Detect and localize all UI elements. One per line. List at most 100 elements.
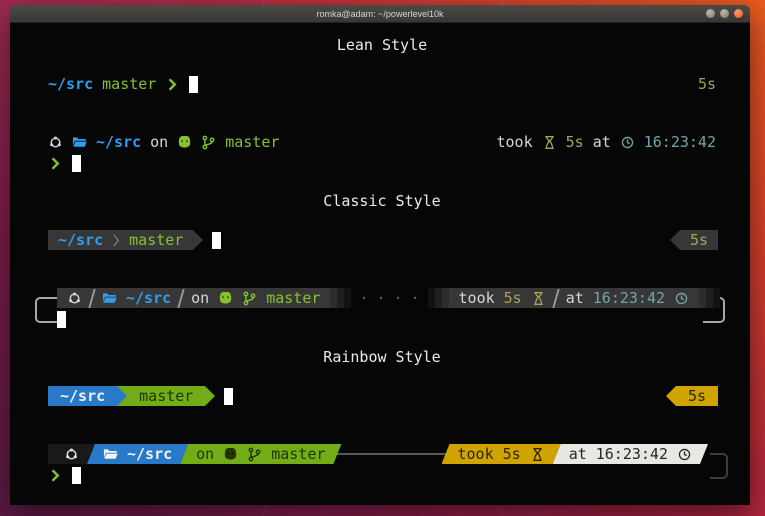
window-controls [706,5,743,22]
segment-fade [428,288,449,308]
at-label: at [569,445,587,463]
titlebar[interactable]: romka@adam: ~/powerlevel10k [10,5,750,23]
thin-separator [88,289,95,308]
rainbow-prompt-1: ~/src master 5s [48,386,718,406]
lean-style-heading: Lean Style [48,35,716,55]
command-duration: 5s [566,133,584,151]
dir-segment: ~/src [87,444,188,464]
segment-separator-icon [110,233,122,248]
folder-icon [72,135,87,150]
cursor [212,232,221,249]
classic-style-heading: Classic Style [48,191,716,211]
rainbow-style-heading: Rainbow Style [48,347,716,367]
duration-segment: took 5s [442,444,561,464]
segment-fade [699,288,720,308]
prompt-frame-right [710,453,728,479]
maximize-button[interactable] [720,9,729,18]
directory: ~/src [58,231,103,249]
cursor [57,311,66,328]
directory: ~/src [96,133,141,151]
os-segment [48,444,95,464]
thin-separator [552,289,559,308]
at-label: at [566,289,584,307]
thin-separator [177,289,184,308]
terminal-content[interactable]: Lean Style ~/src master 5s [10,23,750,505]
time-segment: at 16:23:42 [553,444,708,464]
command-duration: 5s [688,387,706,405]
folder-icon [103,447,118,462]
current-time: 16:23:42 [644,133,716,151]
dir-segment: ~/src [48,386,117,406]
hourglass-icon [542,135,557,150]
os-icon [67,291,82,306]
clock-icon [620,135,635,150]
command-duration: 5s [698,74,716,94]
folder-icon [102,291,117,306]
close-button[interactable] [734,9,743,18]
git-branch: master [102,75,156,93]
classic-prompt-1: ~/src master 5s [48,230,718,250]
current-time: 16:23:42 [596,445,668,463]
powerline-arrow-icon [666,386,676,406]
at-label: at [593,133,611,151]
os-icon [48,135,63,150]
connector-line [334,453,449,455]
git-branch: master [271,445,325,463]
desktop: { "window": { "title": "romka@adam: ~/po… [0,0,765,516]
git-segment: master [127,386,205,406]
prompt-chevron-icon [165,77,180,92]
dir-git-segment: ~/src master [48,230,193,250]
on-label: on [196,445,214,463]
git-branch: master [139,387,193,405]
took-label: took [459,289,495,307]
segment-fade [330,288,351,308]
powerline-arrow-icon [205,386,215,406]
window-title: romka@adam: ~/powerlevel10k [317,9,444,19]
git-segment: on master [180,444,341,464]
took-label: took [458,445,494,463]
current-time: 16:23:42 [593,289,665,307]
cursor [72,467,81,484]
rainbow-prompt-2: ~/src on master took [10,444,750,485]
clock-icon [677,447,692,462]
command-duration: 5s [504,289,522,307]
directory: ~/src [48,75,93,93]
terminal-window: romka@adam: ~/powerlevel10k Lean Style ~… [10,5,750,505]
powerline-arrow-icon [670,230,680,250]
minimize-button[interactable] [706,9,715,18]
hourglass-icon [531,291,546,306]
github-icon [223,447,238,462]
github-icon [177,135,192,150]
prompt-frame-left [35,297,57,323]
duration-segment: 5s [680,230,718,250]
os-icon [64,447,79,462]
branch-icon [247,447,262,462]
classic-prompt-2: ~/src on master ···· [10,288,750,329]
powerline-arrow-icon [117,386,127,406]
took-label: took [497,133,533,151]
cursor [224,388,233,405]
lean-prompt-1: ~/src master 5s [48,74,716,94]
git-branch: master [266,289,320,307]
on-label: on [150,133,168,151]
branch-icon [201,135,216,150]
directory: ~/src [60,387,105,405]
dir-git-segment: ~/src on master [57,288,330,308]
cursor [72,155,81,172]
powerline-arrow-icon [193,230,203,250]
clock-icon [674,291,689,306]
on-label: on [191,289,209,307]
prompt-chevron-icon [48,468,63,483]
command-duration: 5s [503,445,521,463]
cursor [189,76,198,93]
status-segment: took 5s at 16:23:42 [449,288,700,308]
directory: ~/src [126,289,171,307]
git-branch: master [225,133,279,151]
git-branch: master [129,231,183,249]
branch-icon [242,291,257,306]
lean-prompt-2: ~/src on master took [10,132,750,173]
hourglass-icon [530,447,545,462]
gap-dots: ···· [351,289,427,307]
prompt-chevron-icon [48,156,63,171]
directory: ~/src [127,445,172,463]
